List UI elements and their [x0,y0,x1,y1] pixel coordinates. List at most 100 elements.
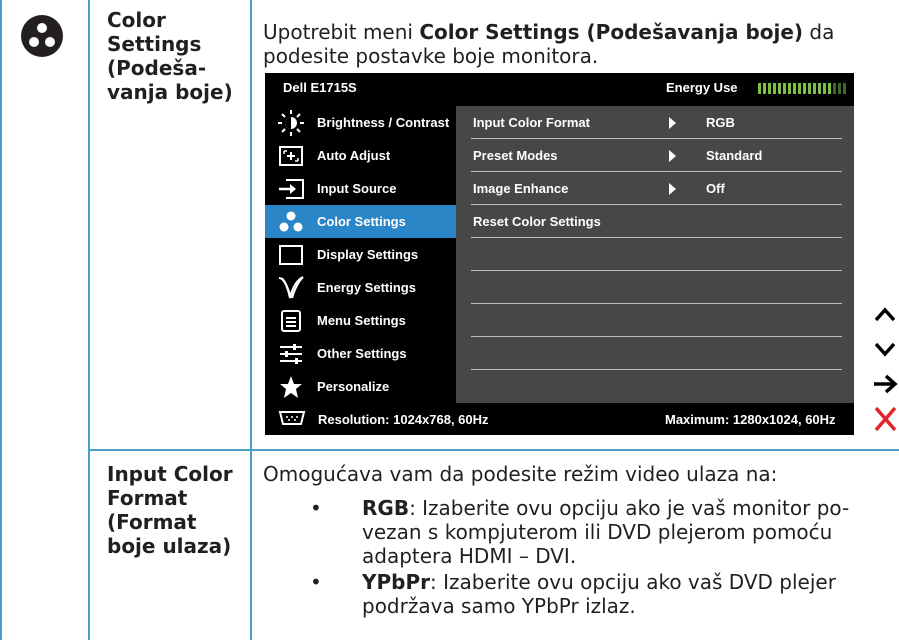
osd-menu-item-auto-adjust[interactable]: Auto Adjust [265,139,456,172]
close-icon[interactable] [872,400,899,436]
energy-meter-bar [783,83,786,94]
term-color-settings: Color Settings (Podeša- vanja boje) [107,8,247,104]
up-chevron-icon[interactable] [872,296,899,332]
osd-menu-item-menu-settings[interactable]: Menu Settings [265,304,456,337]
energy-meter-bar [803,83,806,94]
osd-menu-label: Input Source [317,181,397,196]
submenu-option-name: Preset Modes [473,148,558,163]
energy-meter-bar [768,83,771,94]
bullet-symbol: • [310,570,322,594]
osd-max-resolution: Maximum: 1280x1024, 60Hz [665,412,836,427]
osd-submenu-row-empty [456,271,854,304]
osd-menu-item-brightness-contrast[interactable]: Brightness / Contrast [265,106,456,139]
term-line: Input Color [107,462,233,486]
energy-meter-bar [818,83,821,94]
menu-settings-icon [265,304,317,337]
osd-submenu-row-reset-color-settings[interactable]: Reset Color Settings [456,205,854,238]
energy-meter [758,83,848,94]
osd-menu-label: Color Settings [317,214,406,229]
description-input-color-format: Omogućava vam da podesite režim video ul… [263,462,778,486]
energy-meter-bar [808,83,811,94]
term-line: vanja boje) [107,80,233,104]
submenu-arrow-icon [669,150,676,162]
energy-meter-bar [798,83,801,94]
energy-settings-icon [265,271,317,304]
osd-menu-label: Brightness / Contrast [317,115,450,130]
osd-submenu: Input Color Format RGB Preset Modes Stan… [456,106,854,403]
down-chevron-icon[interactable] [872,332,899,368]
osd-resolution: Resolution: 1024x768, 60Hz [318,412,489,427]
osd-energy-label: Energy Use [666,80,738,95]
osd-menu-item-color-settings[interactable]: Color Settings [265,205,456,238]
submenu-option-value: Off [706,181,725,196]
auto-adjust-icon [265,139,317,172]
osd-submenu-row-empty [456,238,854,271]
submenu-option-value: RGB [706,115,735,130]
energy-meter-bar [843,83,846,94]
energy-meter-bar [823,83,826,94]
table-divider-1 [88,0,90,640]
energy-meter-bar [773,83,776,94]
term-input-color-format: Input Color Format (Format boje ulaza) [107,462,247,558]
osd-menu-label: Menu Settings [317,313,406,328]
option-text: : Izaberite ovu opciju ako je vaš monito… [409,496,850,520]
osd-menu-item-input-source[interactable]: Input Source [265,172,456,205]
energy-meter-bar [833,83,836,94]
osd-footer: Resolution: 1024x768, 60Hz Maximum: 1280… [265,403,854,435]
table-row-divider [88,449,899,451]
star-icon [265,370,317,403]
osd-submenu-row-empty [456,370,854,403]
description-color-settings: Upotrebit meni Color Settings (Podešavan… [263,20,883,68]
option-list: • RGB: Izaberite ovu opciju ako je vaš m… [310,496,895,620]
option-text: adaptera HDMI – DVI. [362,544,577,568]
description-text: Upotrebit meni [263,20,420,44]
energy-meter-bar [763,83,766,94]
brightness-icon [265,106,317,139]
color-settings-icon [20,14,64,58]
submenu-option-name: Input Color Format [473,115,590,130]
energy-meter-bar [793,83,796,94]
enter-arrow-icon[interactable] [872,366,899,402]
osd-menu-item-energy-settings[interactable]: Energy Settings [265,271,456,304]
option-text: podržava samo YPbPr izlaz. [362,594,636,618]
osd-menu-label: Auto Adjust [317,148,391,163]
energy-meter-bar [778,83,781,94]
list-item: • YPbPr: Izaberite ovu opciju ako vaš DV… [310,570,895,618]
monitor-connector-icon [278,410,306,429]
term-line: Settings [107,32,202,56]
osd-menu-label: Display Settings [317,247,419,262]
osd-menu-item-display-settings[interactable]: Display Settings [265,238,456,271]
color-settings-icon [265,205,317,238]
osd-submenu-row-image-enhance[interactable]: Image Enhance Off [456,172,854,205]
option-key: YPbPr [362,570,430,594]
term-line: boje ulaza) [107,534,232,558]
other-settings-icon [265,337,317,370]
osd-menu-item-other-settings[interactable]: Other Settings [265,337,456,370]
osd-menu-label: Energy Settings [317,280,416,295]
display-settings-icon [265,238,317,271]
osd-model-name: Dell E1715S [283,80,357,95]
osd-main-menu: Brightness / Contrast Auto Adjust Input … [265,106,456,403]
osd-submenu-row-preset-modes[interactable]: Preset Modes Standard [456,139,854,172]
input-source-icon [265,172,317,205]
description-bold: Color Settings (Podešavanja boje) [419,20,804,44]
term-line: (Podeša- [107,56,207,80]
submenu-arrow-icon [669,117,676,129]
osd-submenu-row-empty [456,337,854,370]
osd-menu-screenshot: Dell E1715S Energy Use Brightness / Cont… [265,73,854,435]
osd-menu-item-personalize[interactable]: Personalize [265,370,456,403]
osd-menu-label: Other Settings [317,346,407,361]
list-item: • RGB: Izaberite ovu opciju ako je vaš m… [310,496,895,568]
option-text: : Izaberite ovu opciju ako vaš DVD pleje… [429,570,836,594]
option-text: vezan s kompjuterom ili DVD plejerom pom… [362,520,833,544]
energy-meter-bar [838,83,841,94]
energy-meter-bar [788,83,791,94]
bullet-symbol: • [310,496,322,520]
option-key: RGB [362,496,410,520]
osd-submenu-row-input-color-format[interactable]: Input Color Format RGB [456,106,854,139]
energy-meter-bar [758,83,761,94]
osd-menu-label: Personalize [317,379,390,394]
submenu-option-value: Standard [706,148,763,163]
energy-meter-bar [813,83,816,94]
term-line: (Format [107,510,197,534]
